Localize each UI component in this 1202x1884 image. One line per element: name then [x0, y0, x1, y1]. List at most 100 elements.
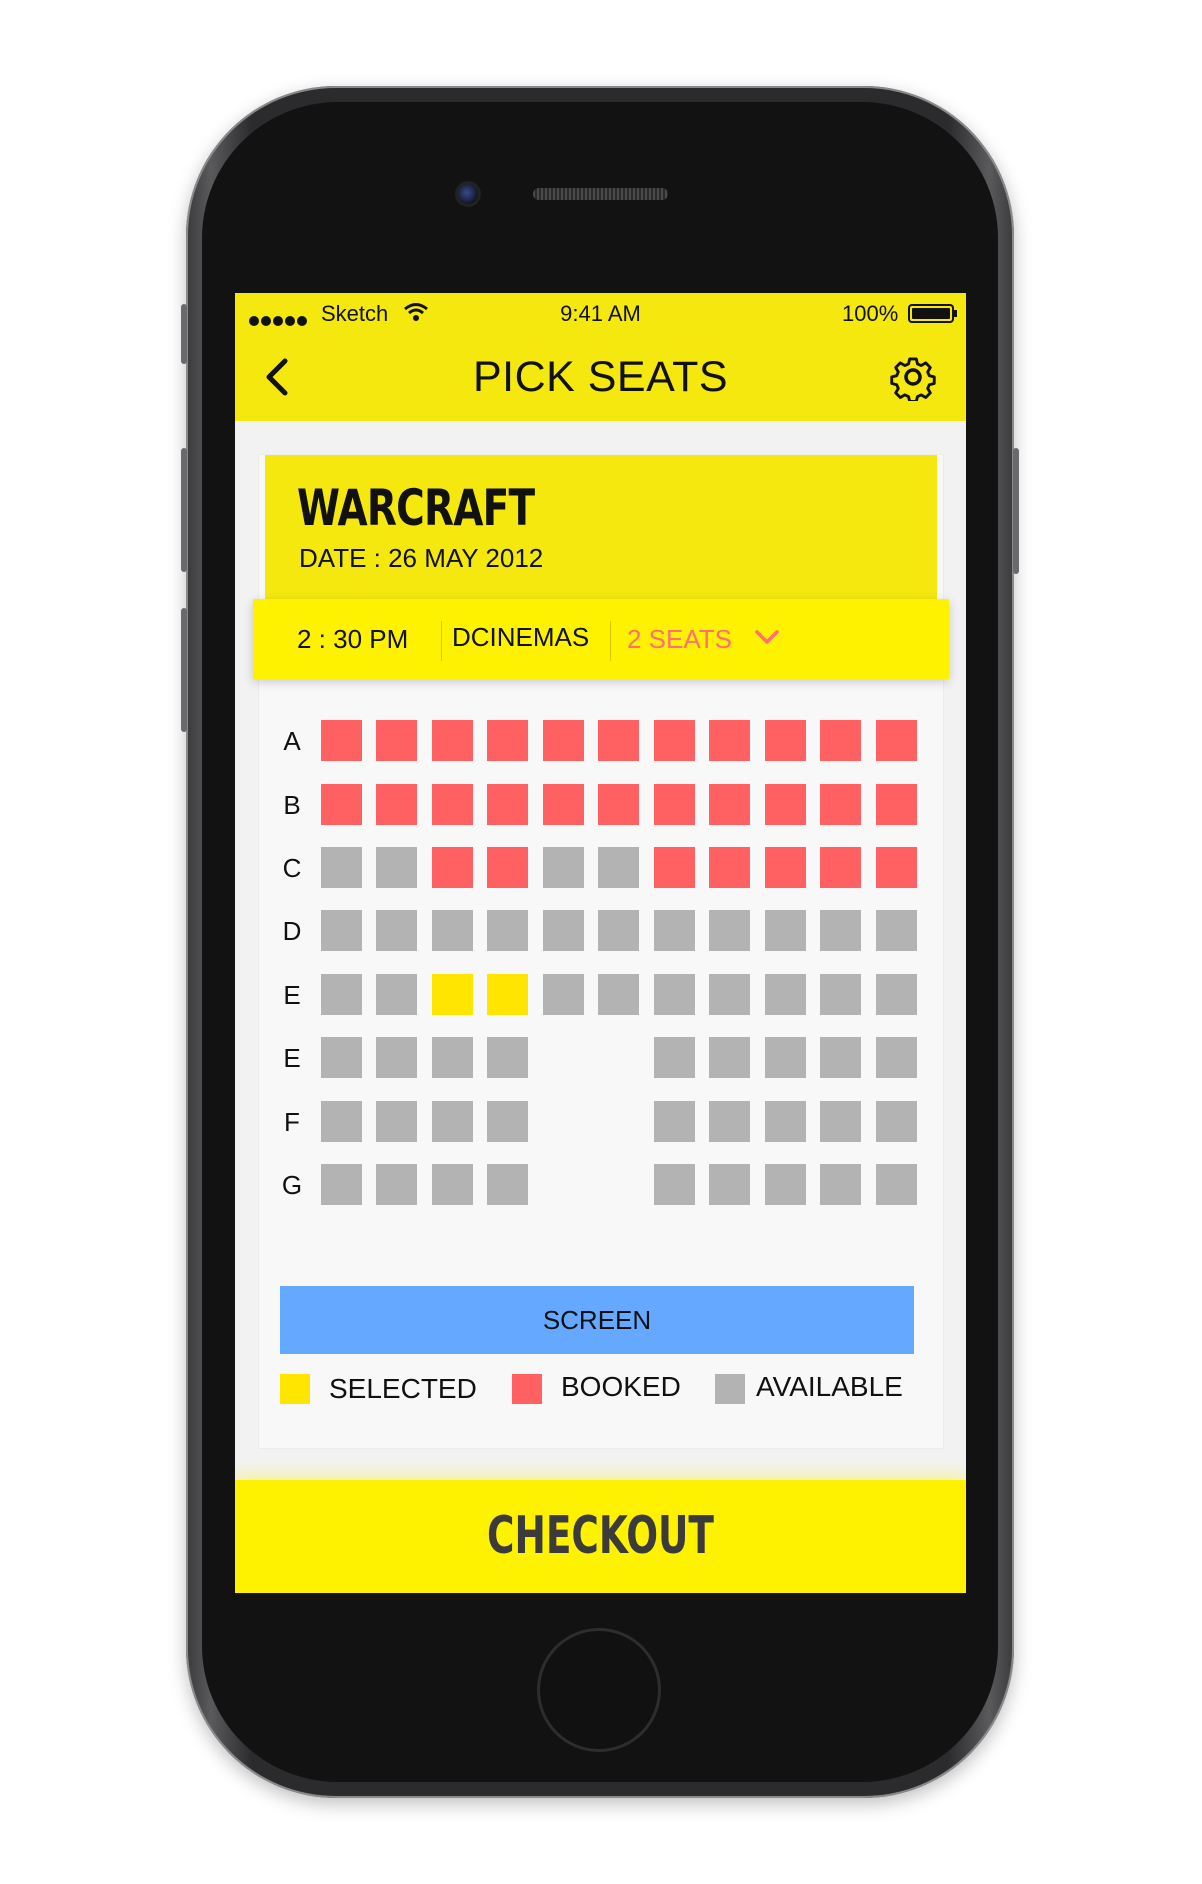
seat-available[interactable] [654, 1101, 695, 1142]
seat-booked [321, 784, 362, 825]
seat-booked [709, 720, 750, 761]
seat-booked [765, 847, 806, 888]
seat-selected[interactable] [487, 974, 528, 1015]
seat-available[interactable] [432, 1037, 473, 1078]
legend-available-label: AVAILABLE [756, 1371, 903, 1402]
seat-available[interactable] [654, 974, 695, 1015]
row-label: C [282, 853, 302, 883]
seat-available[interactable] [487, 1164, 528, 1205]
seat-available[interactable] [543, 974, 584, 1015]
seat-available[interactable] [709, 974, 750, 1015]
seat-available[interactable] [654, 1037, 695, 1078]
seat-booked [765, 720, 806, 761]
seat-available[interactable] [321, 847, 362, 888]
legend-available-swatch [715, 1374, 745, 1404]
seat-available[interactable] [321, 974, 362, 1015]
seat-available[interactable] [820, 974, 861, 1015]
seat-booked [487, 784, 528, 825]
seat-available[interactable] [820, 1037, 861, 1078]
seat-available[interactable] [321, 1101, 362, 1142]
row-label: F [284, 1107, 300, 1137]
seat-available[interactable] [543, 847, 584, 888]
seat-available[interactable] [376, 974, 417, 1015]
seat-booked [487, 720, 528, 761]
seat-available[interactable] [765, 974, 806, 1015]
seat-available[interactable] [598, 910, 639, 951]
legend-booked-label: BOOKED [561, 1371, 681, 1402]
seat-available[interactable] [487, 910, 528, 951]
seat-available[interactable] [876, 1037, 917, 1078]
front-camera [455, 181, 481, 207]
seat-booked [598, 720, 639, 761]
seat-available[interactable] [765, 1037, 806, 1078]
seat-selected[interactable] [432, 974, 473, 1015]
row-label: D [282, 916, 302, 946]
seat-booked [598, 784, 639, 825]
screen-indicator: SCREEN [280, 1286, 914, 1354]
seat-available[interactable] [820, 1101, 861, 1142]
seat-available[interactable] [432, 1164, 473, 1205]
row-label: B [283, 790, 301, 820]
seat-available[interactable] [654, 1164, 695, 1205]
seat-available[interactable] [820, 1164, 861, 1205]
seat-available[interactable] [432, 1101, 473, 1142]
seat-available[interactable] [598, 847, 639, 888]
seat-booked [376, 784, 417, 825]
seat-available[interactable] [654, 910, 695, 951]
seat-booked [709, 847, 750, 888]
mute-switch [181, 304, 187, 364]
seat-available[interactable] [321, 1164, 362, 1205]
seat-available[interactable] [709, 910, 750, 951]
seat-available[interactable] [376, 1037, 417, 1078]
seat-available[interactable] [709, 1101, 750, 1142]
app-screen: Sketch 9:41 AM 100% PICK SEATS WARCRAFT … [235, 293, 966, 1593]
seat-available[interactable] [376, 847, 417, 888]
home-button[interactable] [537, 1628, 661, 1752]
seat-available[interactable] [487, 1101, 528, 1142]
seat-booked [820, 784, 861, 825]
seat-booked [820, 847, 861, 888]
seat-available[interactable] [321, 910, 362, 951]
seat-available[interactable] [487, 1037, 528, 1078]
seat-booked [432, 784, 473, 825]
seat-booked [876, 720, 917, 761]
seat-available[interactable] [765, 1101, 806, 1142]
seat-available[interactable] [765, 910, 806, 951]
row-label: E [283, 980, 301, 1010]
seat-booked [432, 847, 473, 888]
legend-booked-swatch [512, 1374, 542, 1404]
seat-booked [654, 720, 695, 761]
volume-up-button [181, 448, 187, 572]
seat-booked [432, 720, 473, 761]
checkout-button[interactable]: CHECKOUT [235, 1480, 966, 1593]
row-label: A [283, 726, 301, 756]
earpiece-speaker [533, 188, 668, 200]
checkout-label: CHECKOUT [487, 1506, 714, 1566]
seat-booked [654, 847, 695, 888]
seat-available[interactable] [876, 1164, 917, 1205]
seat-available[interactable] [876, 1101, 917, 1142]
seat-available[interactable] [876, 974, 917, 1015]
seat-available[interactable] [543, 910, 584, 951]
seat-available[interactable] [598, 974, 639, 1015]
seat-available[interactable] [709, 1164, 750, 1205]
volume-down-button [181, 608, 187, 732]
seat-available[interactable] [709, 1037, 750, 1078]
seat-available[interactable] [820, 910, 861, 951]
seat-booked [876, 784, 917, 825]
seat-available[interactable] [376, 910, 417, 951]
legend-selected-label: SELECTED [329, 1373, 477, 1404]
seat-available[interactable] [321, 1037, 362, 1078]
seat-booked [654, 784, 695, 825]
seat-booked [543, 720, 584, 761]
seat-available[interactable] [432, 910, 473, 951]
seat-available[interactable] [376, 1164, 417, 1205]
seat-booked [709, 784, 750, 825]
row-label: G [281, 1170, 303, 1200]
seat-booked [487, 847, 528, 888]
seat-available[interactable] [765, 1164, 806, 1205]
seat-booked [543, 784, 584, 825]
seat-available[interactable] [876, 910, 917, 951]
seat-available[interactable] [376, 1101, 417, 1142]
seat-booked [820, 720, 861, 761]
